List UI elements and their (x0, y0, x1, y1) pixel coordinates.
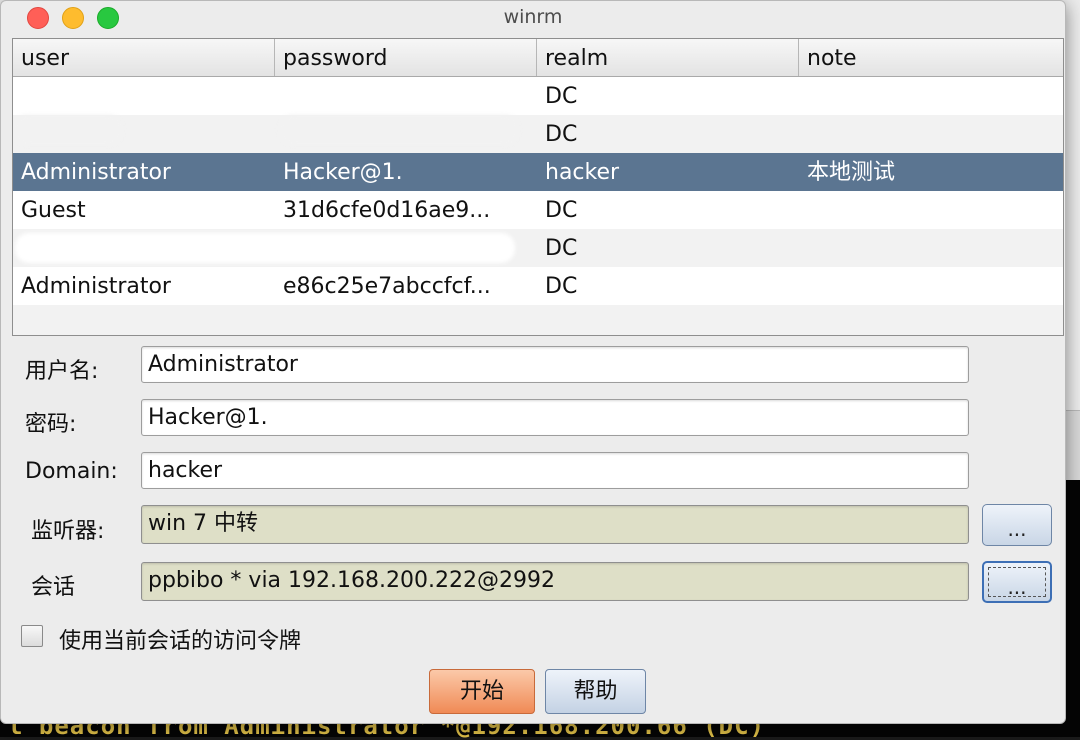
cell-note (799, 229, 1063, 267)
cell-user: Administrator (21, 160, 171, 185)
cell-realm: DC (545, 84, 578, 109)
column-header-password[interactable]: password (275, 39, 537, 76)
listener-field[interactable]: win 7 中转 (141, 505, 969, 544)
redaction-mask (21, 83, 117, 113)
domain-label: Domain: (25, 459, 118, 484)
cell-password: 31d6cfe0d16ae9... (283, 198, 491, 223)
cell-note (799, 115, 1063, 153)
domain-field[interactable]: hacker (141, 452, 969, 489)
table-row[interactable]: DC (13, 115, 1063, 153)
table-header: user password realm note (13, 39, 1063, 77)
redaction-mask (13, 115, 123, 145)
choose-session-button[interactable]: ... (982, 561, 1052, 603)
background-app-edge (1064, 410, 1080, 481)
column-header-note[interactable]: note (799, 39, 1063, 76)
password-label: 密码: (25, 412, 77, 437)
username-label: 用户名: (25, 359, 99, 384)
cell-realm: DC (545, 274, 578, 299)
title-bar[interactable]: winrm (1, 1, 1065, 35)
cell-user: Administrator (21, 274, 171, 299)
table-row[interactable]: Guest 31d6cfe0d16ae9... DC (13, 191, 1063, 229)
table-row[interactable]: Administrator e86c25e7abccfcf... DC (13, 267, 1063, 305)
winrm-dialog: winrm user password realm note DC DC Adm… (0, 0, 1066, 724)
credentials-table[interactable]: user password realm note DC DC Administr… (12, 38, 1064, 336)
help-button[interactable]: 帮助 (545, 669, 646, 714)
table-row[interactable]: DC (13, 229, 1063, 267)
start-button[interactable]: 开始 (429, 669, 535, 714)
cell-realm: hacker (545, 160, 620, 185)
table-row-selected[interactable]: Administrator Hacker@1. hacker 本地测试 (13, 153, 1063, 191)
cell-password: e86c25e7abccfcf... (283, 274, 491, 299)
session-field[interactable]: ppbibo * via 192.168.200.222@2992 (141, 562, 969, 601)
cell-note (799, 191, 1063, 229)
column-header-realm[interactable]: realm (537, 39, 799, 76)
cell-realm: DC (545, 236, 578, 261)
choose-listener-button[interactable]: ... (982, 504, 1052, 546)
cell-user: Guest (21, 198, 86, 223)
cell-note: 本地测试 (807, 160, 896, 185)
table-empty-row (13, 305, 1063, 335)
cell-note (799, 267, 1063, 305)
password-field[interactable]: Hacker@1. (141, 399, 969, 436)
cell-password: Hacker@1. (283, 160, 403, 185)
redaction-mask (279, 115, 519, 145)
column-header-user[interactable]: user (13, 39, 275, 76)
use-session-token-label[interactable]: 使用当前会话的访问令牌 (59, 623, 301, 655)
cell-note (799, 77, 1063, 115)
session-label: 会话 (31, 575, 76, 600)
redaction-mask (279, 83, 517, 113)
use-session-token-checkbox[interactable] (21, 625, 43, 647)
cell-realm: DC (545, 122, 578, 147)
listener-label: 监听器: (31, 519, 105, 544)
redaction-mask (15, 233, 515, 263)
table-row[interactable]: DC (13, 77, 1063, 115)
window-title: winrm (503, 6, 563, 28)
cell-realm: DC (545, 198, 578, 223)
username-field[interactable]: Administrator (141, 346, 969, 383)
